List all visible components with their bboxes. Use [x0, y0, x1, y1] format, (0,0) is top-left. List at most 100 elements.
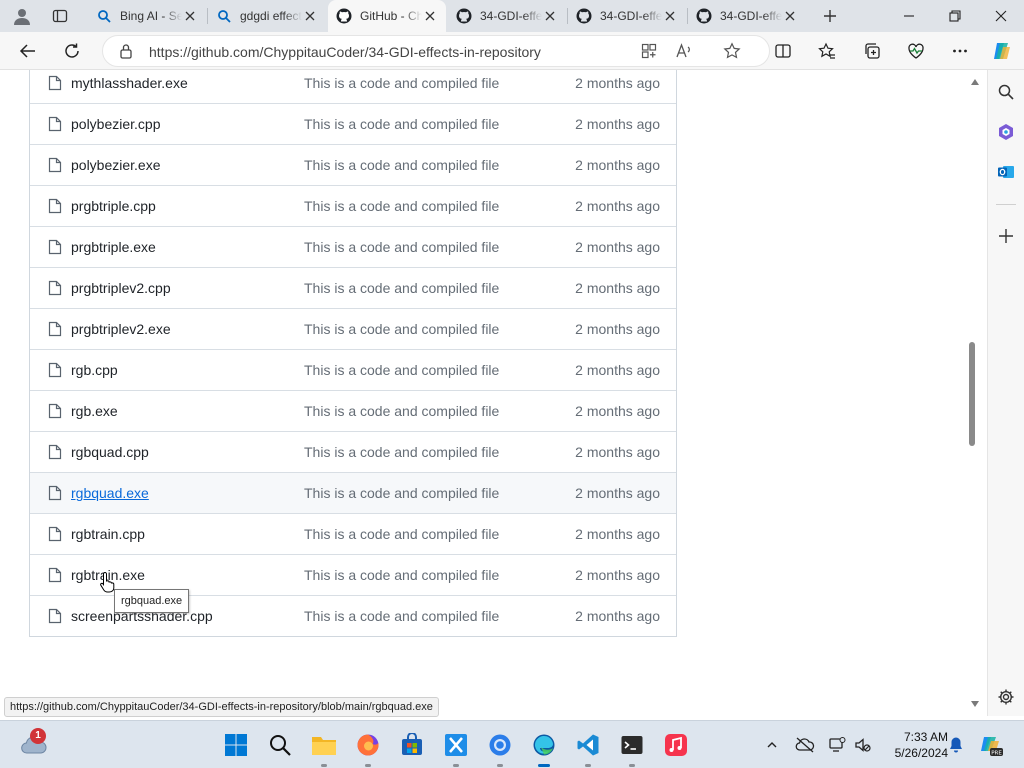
read-aloud-icon[interactable] — [675, 42, 693, 63]
taskbar-search-button[interactable] — [264, 729, 296, 761]
page-scrollbar[interactable] — [963, 70, 987, 716]
profile-button[interactable] — [2, 0, 42, 32]
file-row[interactable]: polybezier.cpp This is a code and compile… — [30, 103, 676, 144]
taskbar-store[interactable] — [396, 729, 428, 761]
browser-essentials-button[interactable] — [900, 35, 932, 67]
tab-gdgdi-search[interactable]: gdgdi effects - Search — [208, 2, 326, 30]
file-name-link[interactable]: prgbtriplev2.cpp — [71, 280, 171, 296]
tray-notifications[interactable] — [944, 733, 968, 757]
commit-message-link[interactable]: This is a code and compiled file — [304, 608, 499, 624]
file-name-link[interactable]: prgbtriple.exe — [71, 239, 156, 255]
close-tab-icon[interactable] — [302, 8, 318, 24]
sidebar-outlook-button[interactable] — [990, 156, 1022, 188]
taskbar-terminal[interactable] — [616, 729, 648, 767]
tab-github-2[interactable]: 34-GDI-effects-in-repository — [448, 2, 566, 30]
search-icon — [998, 84, 1014, 100]
close-tab-icon[interactable] — [542, 8, 558, 24]
minimize-button[interactable] — [886, 0, 932, 32]
commit-message-link[interactable]: This is a code and compiled file — [304, 403, 499, 419]
file-name-link[interactable]: rgb.exe — [71, 403, 118, 419]
file-row[interactable]: prgbtriple.cpp This is a code and compile… — [30, 185, 676, 226]
tray-volume[interactable] — [851, 733, 875, 757]
file-name-link[interactable]: polybezier.cpp — [71, 116, 161, 132]
show-hidden-icons-button[interactable] — [760, 733, 784, 757]
file-row[interactable]: rgb.cpp This is a code and compiled file 2… — [30, 349, 676, 390]
sidebar-settings-button[interactable] — [990, 681, 1022, 713]
collections-button[interactable] — [856, 35, 888, 67]
taskbar-itunes[interactable] — [660, 729, 692, 761]
tab-bing-ai[interactable]: Bing AI - Search — [88, 2, 206, 30]
taskbar-app-x[interactable] — [440, 729, 472, 767]
sidebar-add-button[interactable] — [990, 220, 1022, 252]
tab-github-3[interactable]: 34-GDI-effects-in-repository — [568, 2, 686, 30]
start-button[interactable] — [220, 729, 252, 761]
taskbar-firefox[interactable] — [352, 729, 384, 767]
file-row[interactable]: prgbtriple.exe This is a code and compile… — [30, 226, 676, 267]
taskbar-file-explorer[interactable] — [308, 729, 340, 767]
commit-message-link[interactable]: This is a code and compiled file — [304, 116, 499, 132]
commit-message-link[interactable]: This is a code and compiled file — [304, 567, 499, 583]
scroll-up-arrow-icon[interactable] — [963, 74, 987, 90]
running-indicator — [538, 764, 550, 767]
commit-message-link[interactable]: This is a code and compiled file — [304, 485, 499, 501]
file-row[interactable]: polybezier.exe This is a code and compile… — [30, 144, 676, 185]
taskbar-chrome[interactable] — [484, 729, 516, 767]
copilot-button[interactable] — [986, 35, 1018, 67]
commit-message-link[interactable]: This is a code and compiled file — [304, 157, 499, 173]
close-tab-icon[interactable] — [662, 8, 678, 24]
back-button[interactable] — [12, 35, 44, 67]
restore-button[interactable] — [932, 0, 978, 32]
taskbar-edge[interactable] — [528, 729, 560, 767]
file-row[interactable]: rgbtrain.cpp This is a code and compiled … — [30, 513, 676, 554]
tab-github-active[interactable]: GitHub - ChyppitauCoder/34-GDI-effects-i… — [328, 0, 446, 32]
split-screen-button[interactable] — [767, 35, 799, 67]
file-row[interactable]: prgbtriplev2.cpp This is a code and compi… — [30, 267, 676, 308]
tab-actions-button[interactable] — [40, 0, 80, 32]
plus-icon — [999, 229, 1013, 243]
file-row[interactable]: mythlasshader.exe This is a code and comp… — [30, 70, 676, 103]
lock-icon[interactable] — [119, 43, 133, 64]
close-tab-icon[interactable] — [782, 8, 798, 24]
tray-copilot[interactable]: PRE — [979, 733, 1003, 757]
close-window-button[interactable] — [978, 0, 1024, 32]
commit-message-link[interactable]: This is a code and compiled file — [304, 321, 499, 337]
commit-date: 2 months ago — [575, 485, 660, 501]
commit-message-link[interactable]: This is a code and compiled file — [304, 75, 499, 91]
scroll-down-arrow-icon[interactable] — [963, 696, 987, 712]
commit-message-link[interactable]: This is a code and compiled file — [304, 280, 499, 296]
tab-github-4[interactable]: 34-GDI-effects-in-repository — [688, 2, 806, 30]
file-name-link[interactable]: rgbquad.exe — [71, 485, 149, 501]
taskbar-vscode[interactable] — [572, 729, 604, 767]
file-name-link[interactable]: prgbtriple.cpp — [71, 198, 156, 214]
address-bar[interactable]: https://github.com/ChyppitauCoder/34-GDI… — [102, 35, 770, 67]
taskbar-clock[interactable]: 7:33 AM 5/26/2024 — [878, 729, 948, 761]
file-row[interactable]: rgb.exe This is a code and compiled file 2… — [30, 390, 676, 431]
new-tab-button[interactable] — [810, 0, 850, 32]
close-tab-icon[interactable] — [182, 8, 198, 24]
favorites-button[interactable] — [811, 35, 843, 67]
file-name-link[interactable]: polybezier.exe — [71, 157, 161, 173]
settings-more-button[interactable] — [944, 35, 976, 67]
close-tab-icon[interactable] — [422, 8, 438, 24]
sidebar-search-button[interactable] — [990, 76, 1022, 108]
commit-message-link[interactable]: This is a code and compiled file — [304, 362, 499, 378]
scrollbar-thumb[interactable] — [969, 342, 975, 446]
tray-network[interactable] — [825, 733, 849, 757]
sidebar-copilot-button[interactable] — [990, 116, 1022, 148]
file-name-link[interactable]: rgbquad.cpp — [71, 444, 149, 460]
file-row[interactable]: prgbtriplev2.exe This is a code and compi… — [30, 308, 676, 349]
file-name-link[interactable]: rgbtrain.cpp — [71, 526, 145, 542]
file-name-link[interactable]: rgb.cpp — [71, 362, 118, 378]
app-available-icon[interactable] — [641, 43, 657, 64]
file-name-link[interactable]: prgbtriplev2.exe — [71, 321, 171, 337]
file-name-link[interactable]: mythlasshader.exe — [71, 75, 188, 91]
refresh-button[interactable] — [56, 35, 88, 67]
file-row[interactable]: rgbquad.exe This is a code and compiled f… — [30, 472, 676, 513]
commit-message-link[interactable]: This is a code and compiled file — [304, 198, 499, 214]
commit-message-link[interactable]: This is a code and compiled file — [304, 239, 499, 255]
tray-onedrive[interactable] — [793, 733, 817, 757]
commit-message-link[interactable]: This is a code and compiled file — [304, 526, 499, 542]
file-row[interactable]: rgbquad.cpp This is a code and compiled f… — [30, 431, 676, 472]
commit-message-link[interactable]: This is a code and compiled file — [304, 444, 499, 460]
favorite-star-icon[interactable] — [723, 42, 741, 65]
